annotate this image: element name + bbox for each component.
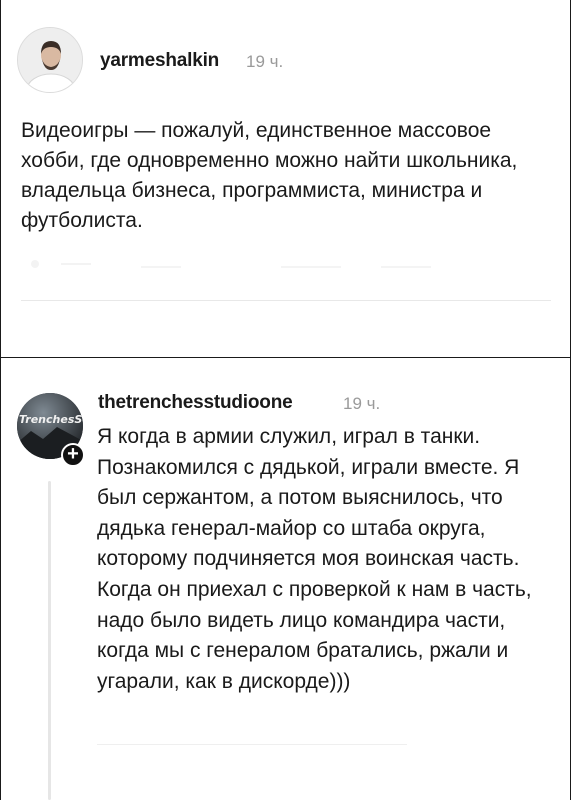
thread-line bbox=[48, 481, 51, 800]
original-post: yarmeshalkin 19 ч. Видеоигры — пожалуй, … bbox=[0, 0, 571, 358]
reply-timestamp: 19 ч. bbox=[343, 394, 381, 413]
reply-username[interactable]: thetrenchesstudioone bbox=[98, 392, 293, 414]
post-body: Видеоигры — пожалуй, единственное массов… bbox=[21, 119, 518, 232]
person-avatar-icon bbox=[18, 28, 82, 92]
user-avatar[interactable] bbox=[17, 27, 83, 93]
follow-button[interactable]: + bbox=[61, 443, 85, 467]
post-timestamp: 19 ч. bbox=[246, 52, 284, 71]
action-icons-row bbox=[21, 254, 451, 278]
reply-body: Я когда в армии служил, играл в танки. П… bbox=[97, 425, 532, 693]
avatar-label-text: TrenchesSt bbox=[19, 413, 83, 426]
reply-divider bbox=[97, 744, 407, 745]
faded-actions-icon bbox=[31, 260, 431, 268]
post-divider bbox=[21, 300, 551, 301]
post-username[interactable]: yarmeshalkin bbox=[100, 50, 219, 72]
